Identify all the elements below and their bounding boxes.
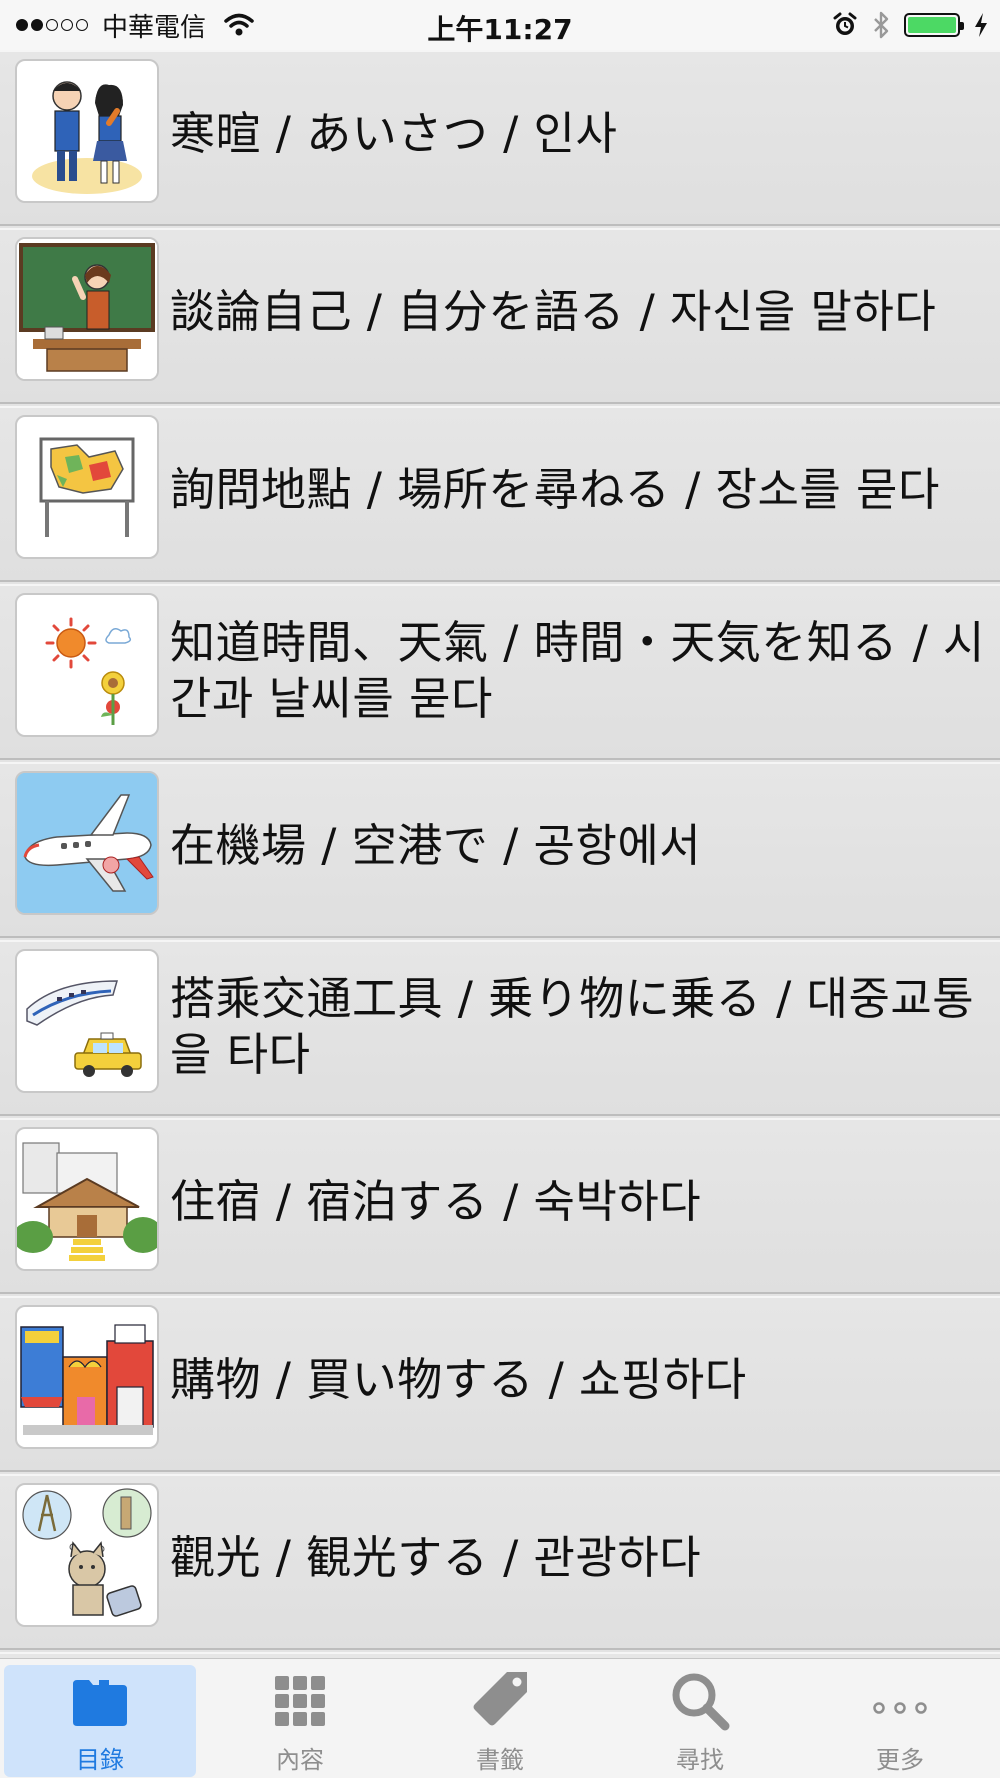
list-item-label: 住宿 / 宿泊する / 숙박하다 bbox=[170, 1175, 702, 1228]
greeting-students-illustration bbox=[15, 59, 159, 203]
list-item-label: 詢問地點 / 場所を尋ねる / 장소를 묻다 bbox=[170, 463, 940, 516]
list-item-label: 知道時間、天氣 / 時間・天気を知る / 시간과 날씨를 묻다 bbox=[170, 616, 985, 725]
more-dots-icon bbox=[873, 1702, 927, 1714]
airplane-illustration bbox=[15, 771, 159, 915]
bluetooth-icon bbox=[874, 11, 889, 39]
tag-icon bbox=[473, 1672, 527, 1726]
inn-building-illustration bbox=[15, 1127, 159, 1271]
status-bar: 中華電信 上午11:27 bbox=[0, 0, 1000, 50]
folder-icon bbox=[73, 1680, 127, 1726]
search-icon bbox=[672, 1673, 730, 1731]
charging-icon bbox=[975, 13, 987, 37]
tab-content[interactable]: 內容 bbox=[204, 1665, 396, 1777]
tab-bar: 目錄 內容 書籤 尋找 更多 bbox=[0, 1658, 1000, 1778]
battery-fill bbox=[908, 17, 956, 33]
tab-contents-index[interactable]: 目錄 bbox=[4, 1665, 196, 1777]
list-item-sightseeing[interactable]: 觀光 / 観光する / 관광하다 bbox=[0, 1474, 1000, 1650]
tab-label: 尋找 bbox=[676, 1746, 724, 1774]
tab-label: 目錄 bbox=[76, 1746, 124, 1774]
list-item-shopping[interactable]: 購物 / 買い物する / 쇼핑하다 bbox=[0, 1296, 1000, 1472]
tab-label: 書籤 bbox=[476, 1746, 524, 1774]
tab-more[interactable]: 更多 bbox=[804, 1665, 996, 1777]
list-item-label: 寒暄 / あいさつ / 인사 bbox=[170, 107, 618, 160]
list-item-label: 在機場 / 空港で / 공항에서 bbox=[170, 819, 702, 872]
list-item-label: 觀光 / 観光する / 관광하다 bbox=[170, 1531, 702, 1584]
list-item-label: 搭乘交通工具 / 乗り物に乗る / 대중교통을 타다 bbox=[170, 972, 975, 1081]
list-item-label: 談論自己 / 自分を語る / 자신을 말하다 bbox=[170, 285, 937, 338]
list-item-lodging[interactable]: 住宿 / 宿泊する / 숙박하다 bbox=[0, 1118, 1000, 1294]
topic-list: 寒暄 / あいさつ / 인사 談論自己 / 自分を語る / 자신을 말하다 詢問… bbox=[0, 50, 1000, 1658]
map-board-illustration bbox=[15, 415, 159, 559]
teacher-blackboard-illustration bbox=[15, 237, 159, 381]
list-item-self-introduction[interactable]: 談論自己 / 自分を語る / 자신을 말하다 bbox=[0, 228, 1000, 404]
list-item-label: 購物 / 買い物する / 쇼핑하다 bbox=[170, 1353, 747, 1406]
sun-flower-weather-illustration bbox=[15, 593, 159, 737]
list-item-airport[interactable]: 在機場 / 空港で / 공항에서 bbox=[0, 762, 1000, 938]
list-item-transportation[interactable]: 搭乘交通工具 / 乗り物に乗る / 대중교통을 타다 bbox=[0, 940, 1000, 1116]
shop-street-illustration bbox=[15, 1305, 159, 1449]
alarm-icon bbox=[833, 12, 857, 35]
list-item-ask-location[interactable]: 詢問地點 / 場所を尋ねる / 장소를 묻다 bbox=[0, 406, 1000, 582]
grid-icon bbox=[275, 1676, 325, 1726]
battery-icon bbox=[904, 13, 964, 37]
tab-bookmarks[interactable]: 書籤 bbox=[404, 1665, 596, 1777]
tab-label: 更多 bbox=[876, 1746, 924, 1774]
train-taxi-illustration bbox=[15, 949, 159, 1093]
tab-search[interactable]: 尋找 bbox=[604, 1665, 796, 1777]
cat-travel-illustration bbox=[15, 1483, 159, 1627]
tab-label: 內容 bbox=[276, 1746, 324, 1774]
status-right bbox=[832, 0, 988, 50]
list-item-time-weather[interactable]: 知道時間、天氣 / 時間・天気を知る / 시간과 날씨를 묻다 bbox=[0, 584, 1000, 760]
list-item-greeting[interactable]: 寒暄 / あいさつ / 인사 bbox=[0, 50, 1000, 226]
